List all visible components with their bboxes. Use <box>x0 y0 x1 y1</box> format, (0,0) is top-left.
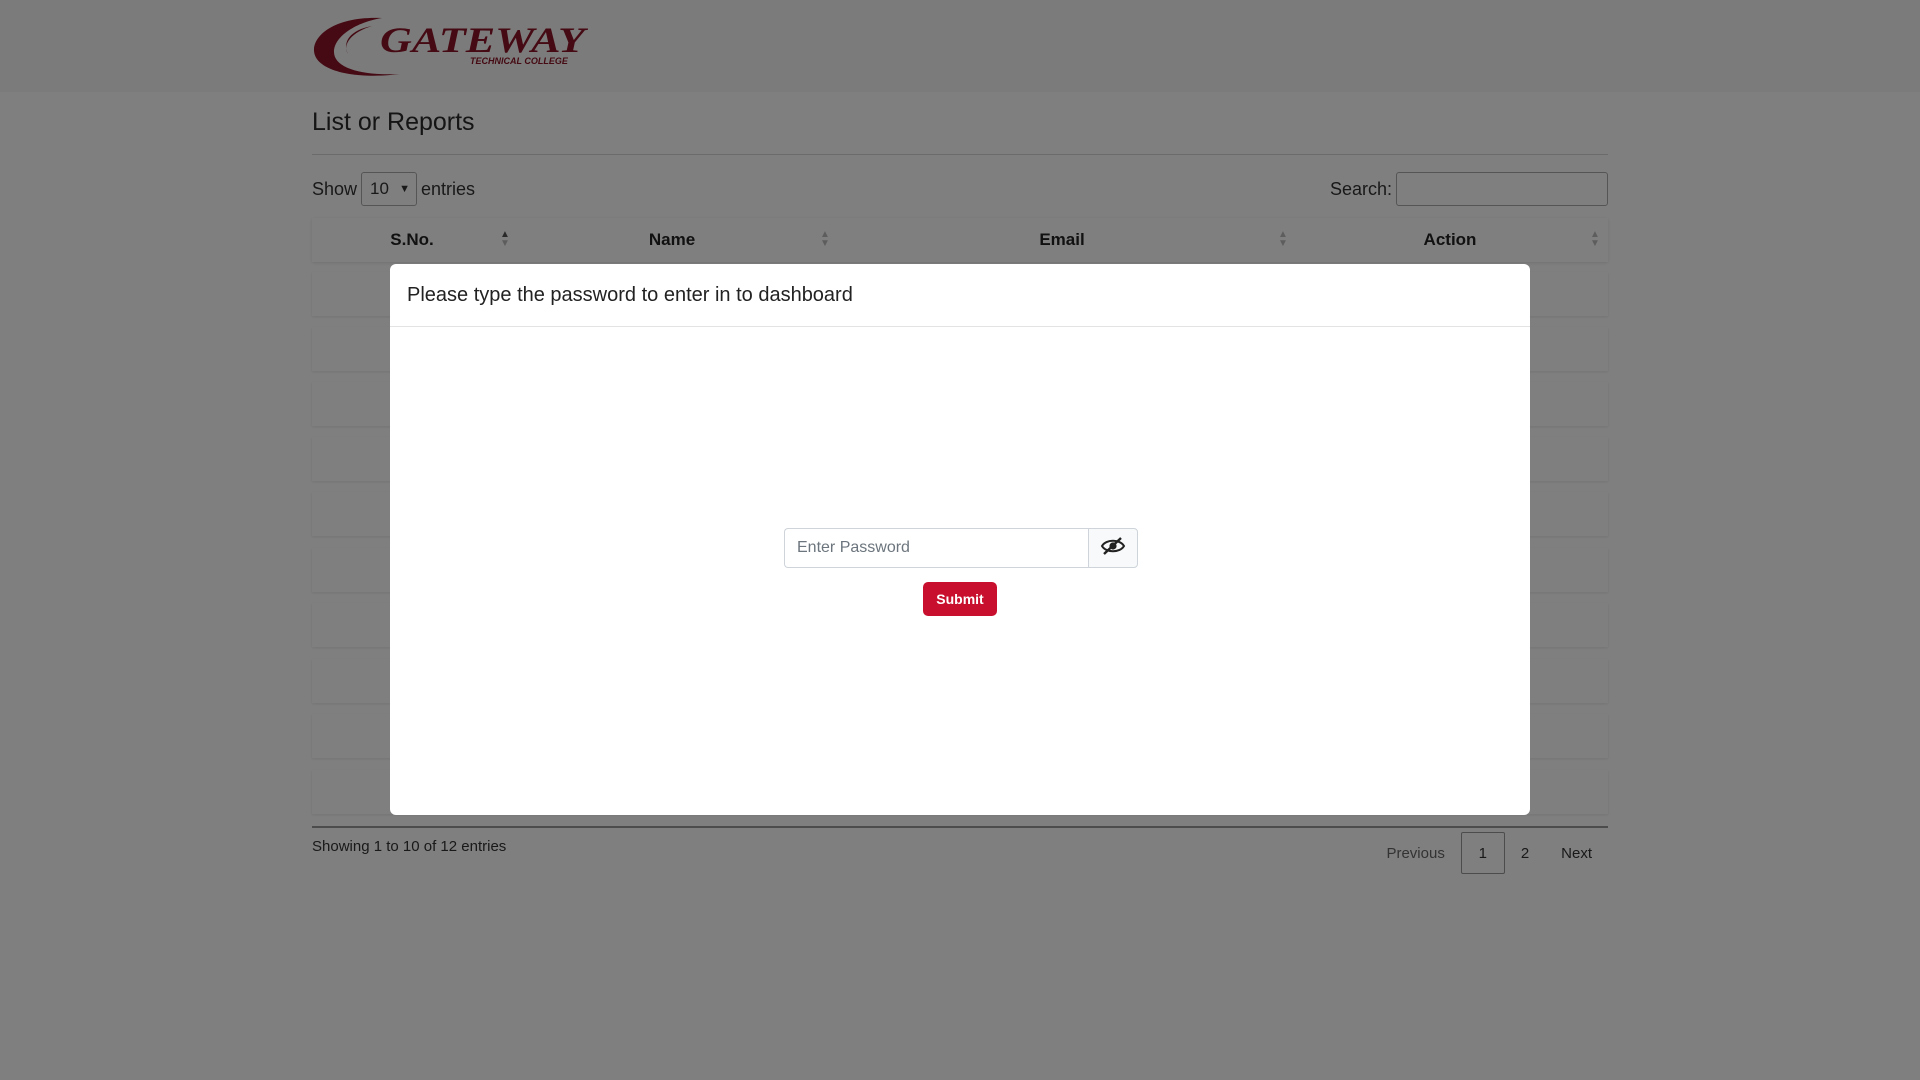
toggle-password-visibility-button[interactable] <box>1088 528 1138 568</box>
password-modal: Please type the password to enter in to … <box>390 264 1530 815</box>
modal-title: Please type the password to enter in to … <box>407 283 853 306</box>
password-placeholder: Enter Password <box>797 539 910 556</box>
password-input-group: Enter Password <box>784 528 1138 568</box>
password-input[interactable]: Enter Password <box>784 528 1088 568</box>
eye-slash-icon <box>1100 536 1126 561</box>
submit-button[interactable]: Submit <box>923 582 997 616</box>
modal-header: Please type the password to enter in to … <box>390 264 1530 327</box>
